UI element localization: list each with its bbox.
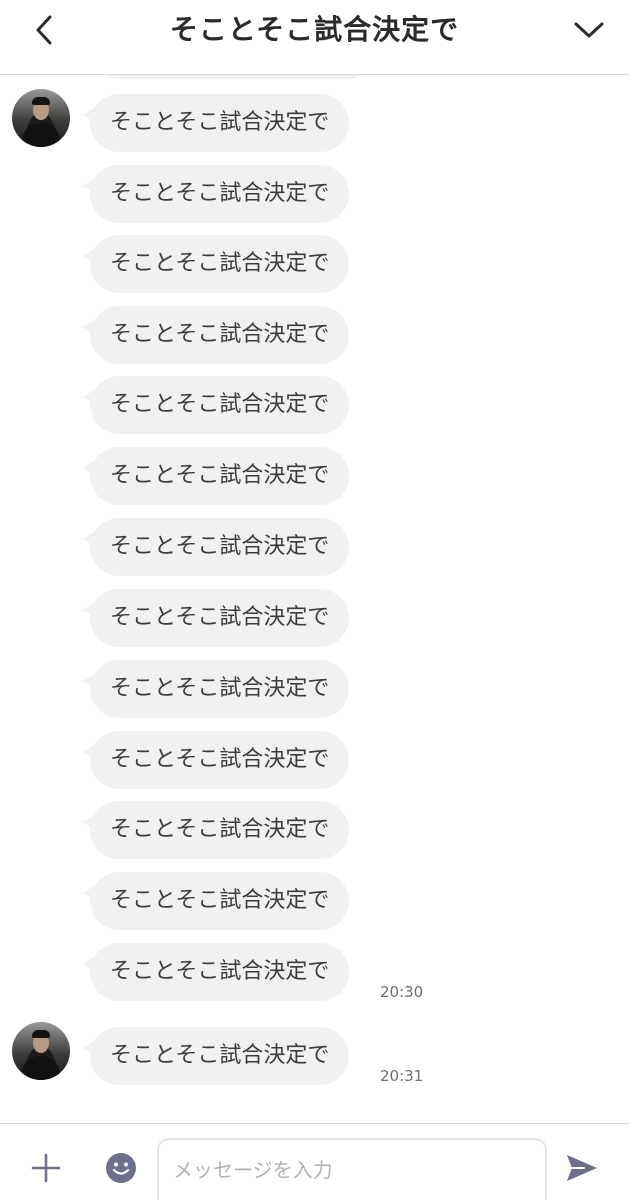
message-bubble[interactable]: そことそこ試合決定で	[82, 731, 350, 789]
message-row: そことそこ試合決定で	[0, 589, 629, 649]
chevron-left-icon	[36, 15, 52, 45]
chat-screen: そことそこ試合決定で そことそこ試合決定で そことそこ試合決定で そことそこ試合決定…	[0, 0, 629, 1200]
message-bubble[interactable]: そことそこ試合決定で	[82, 235, 350, 293]
message-row: そことそこ試合決定で	[0, 89, 629, 154]
message-bubble[interactable]: そことそこ試合決定で	[82, 447, 350, 505]
message-bubble[interactable]: そことそこ試合決定で	[82, 94, 350, 152]
emoji-button[interactable]	[103, 1150, 139, 1186]
message-timestamp: 20:30	[380, 983, 424, 1001]
message-row: そことそこ試合決定で	[0, 872, 629, 932]
header-bar: そことそこ試合決定で	[0, 0, 629, 75]
message-row: そことそこ試合決定で	[0, 518, 629, 578]
message-bubble[interactable]: そことそこ試合決定で	[82, 589, 350, 647]
message-row: そことそこ試合決定で	[0, 447, 629, 507]
message-row: そことそこ試合決定で 20:30	[0, 943, 629, 1003]
message-timestamp: 20:31	[380, 1067, 424, 1085]
chevron-down-icon	[574, 22, 604, 38]
message-row: そことそこ試合決定で	[0, 660, 629, 720]
message-bubble[interactable]: そことそこ試合決定で	[82, 872, 350, 930]
message-bubble[interactable]: そことそこ試合決定で	[82, 801, 350, 859]
message-row: そことそこ試合決定で	[0, 376, 629, 436]
avatar[interactable]	[12, 1022, 70, 1080]
message-input-bar	[0, 1123, 629, 1200]
message-bubble[interactable]: そことそこ試合決定で	[82, 660, 350, 718]
message-row: そことそこ試合決定で	[0, 165, 629, 225]
message-bubble[interactable]: そことそこ試合決定で	[82, 376, 350, 434]
add-attachment-button[interactable]	[28, 1150, 64, 1186]
message-bubble[interactable]: そことそこ試合決定で	[82, 1027, 350, 1085]
emoji-icon	[106, 1153, 136, 1183]
send-button[interactable]	[562, 1150, 602, 1186]
message-row: そことそこ試合決定で	[0, 731, 629, 791]
message-bubble[interactable]: そことそこ試合決定で	[82, 165, 350, 223]
avatar[interactable]	[12, 89, 70, 147]
chat-title: そことそこ試合決定で	[169, 13, 460, 46]
message-bubble[interactable]: そことそこ試合決定で	[82, 306, 350, 364]
menu-toggle-button[interactable]	[567, 10, 611, 50]
back-button[interactable]	[24, 10, 64, 50]
plus-icon	[31, 1153, 61, 1183]
message-row: そことそこ試合決定で 20:31	[0, 1022, 629, 1087]
message-row: そことそこ試合決定で	[0, 235, 629, 295]
message-input[interactable]	[157, 1138, 547, 1200]
message-list[interactable]: そことそこ試合決定で そことそこ試合決定で そことそこ試合決定で そことそこ試合決定で…	[0, 75, 629, 1123]
message-bubble[interactable]: そことそこ試合決定で	[82, 943, 350, 1001]
message-row: そことそこ試合決定で	[0, 306, 629, 366]
message-bubble-partial	[103, 75, 363, 79]
message-row: そことそこ試合決定で	[0, 801, 629, 861]
send-icon	[567, 1155, 597, 1181]
message-bubble[interactable]: そことそこ試合決定で	[82, 518, 350, 576]
